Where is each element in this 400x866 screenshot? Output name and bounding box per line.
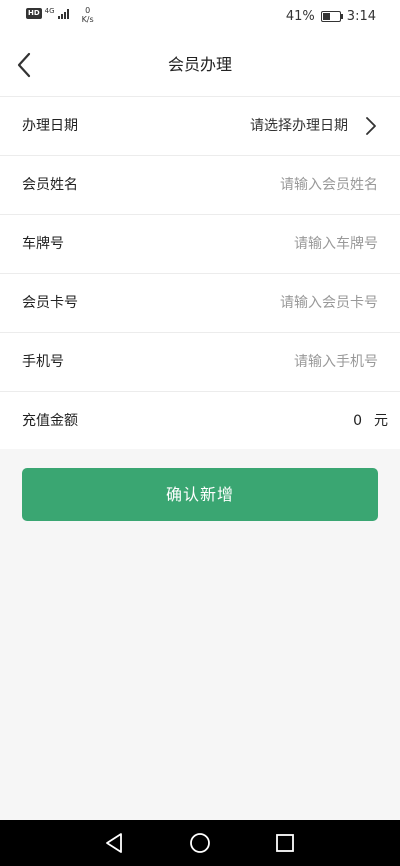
plate-number-input[interactable] — [178, 229, 378, 259]
network-speed-unit: K/s — [81, 15, 94, 24]
currency-unit: 元 — [374, 413, 388, 429]
battery-level — [322, 13, 330, 20]
name-row: 会员姓名 — [0, 156, 400, 215]
battery-percent: 41% — [285, 9, 315, 24]
system-navigation-bar — [0, 820, 400, 866]
phone-label: 手机号 — [22, 354, 64, 370]
status-right: 41% 3:14 — [286, 9, 376, 24]
date-picker-value[interactable]: 请选择办理日期 — [250, 97, 348, 155]
clock: 3:14 — [346, 9, 376, 24]
member-name-input[interactable] — [178, 170, 378, 200]
name-label: 会员姓名 — [22, 177, 78, 193]
status-left: HD 4G 0 K/s — [26, 6, 94, 26]
member-card-input[interactable] — [178, 288, 378, 318]
confirm-add-button[interactable]: 确认新增 — [22, 468, 378, 521]
signal-icon — [57, 8, 69, 19]
network-speed-value: 0 — [85, 6, 91, 15]
status-bar: HD 4G 0 K/s 41% 3:14 — [0, 0, 400, 34]
back-triangle-icon[interactable] — [104, 832, 124, 854]
date-row[interactable]: 办理日期 请选择办理日期 — [0, 97, 400, 156]
date-label: 办理日期 — [22, 118, 78, 134]
card-label: 会员卡号 — [22, 295, 78, 311]
phone-input[interactable] — [178, 347, 378, 377]
plate-label: 车牌号 — [22, 236, 64, 252]
plate-row: 车牌号 — [0, 215, 400, 274]
hd-badge: HD — [26, 8, 42, 19]
battery-icon — [320, 11, 343, 22]
member-form: 办理日期 请选择办理日期 会员姓名 车牌号 会员卡号 手机号 充值金额 0 元 — [0, 97, 400, 449]
phone-row: 手机号 — [0, 333, 400, 392]
amount-label: 充值金额 — [22, 413, 78, 429]
card-row: 会员卡号 — [0, 274, 400, 333]
top-navigation-bar: 会员办理 — [0, 34, 400, 97]
page-title: 会员办理 — [167, 55, 232, 74]
recents-square-icon[interactable] — [275, 832, 295, 854]
chevron-right-icon[interactable] — [364, 116, 378, 136]
recharge-amount-value[interactable]: 0 — [353, 392, 362, 450]
network-type: 4G — [44, 7, 55, 15]
network-speed: 0 K/s — [82, 6, 94, 24]
home-circle-icon[interactable] — [189, 832, 211, 854]
amount-row: 充值金额 0 元 — [0, 392, 400, 449]
